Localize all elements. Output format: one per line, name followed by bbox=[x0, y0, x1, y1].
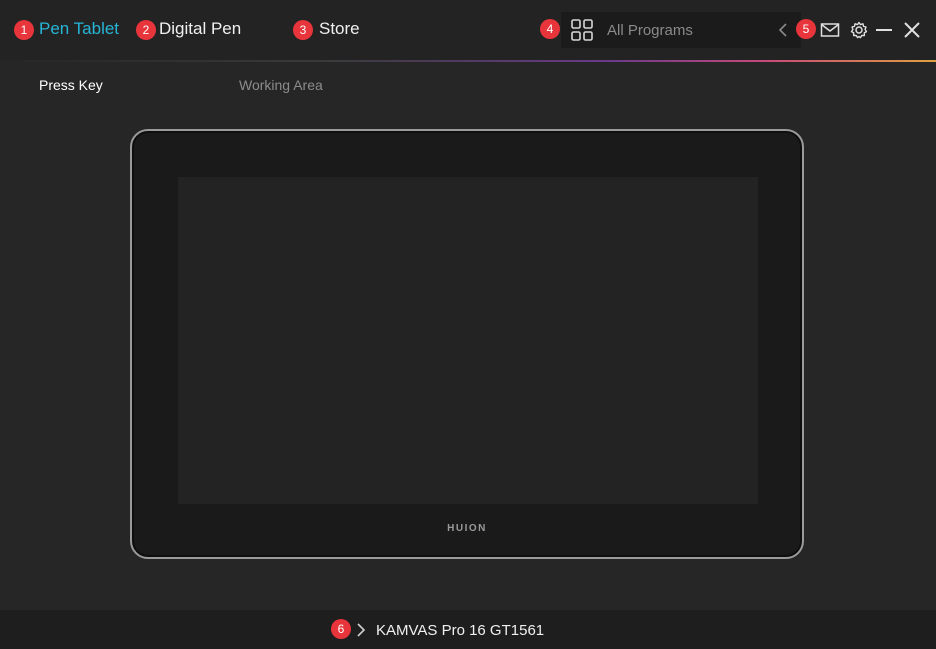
subtab-press-key[interactable]: Press Key bbox=[39, 77, 103, 93]
chevron-right-icon[interactable] bbox=[354, 620, 368, 640]
program-selector[interactable]: All Programs bbox=[561, 12, 801, 48]
program-label: All Programs bbox=[607, 22, 693, 39]
tab-pen-tablet[interactable]: Pen Tablet bbox=[39, 19, 119, 39]
annotation-badge-5: 5 bbox=[796, 19, 816, 39]
tablet-brand-logo: HUION bbox=[447, 523, 487, 534]
close-icon[interactable] bbox=[902, 20, 922, 40]
mail-icon[interactable] bbox=[820, 20, 840, 40]
grid-icon bbox=[571, 19, 593, 41]
tab-digital-pen[interactable]: Digital Pen bbox=[159, 19, 241, 39]
annotation-badge-1: 1 bbox=[14, 20, 34, 40]
tab-store[interactable]: Store bbox=[319, 19, 360, 39]
subtab-working-area[interactable]: Working Area bbox=[239, 77, 323, 93]
app-window: 1 Pen Tablet 2 Digital Pen 3 Store 4 All… bbox=[0, 0, 936, 649]
minimize-icon[interactable] bbox=[874, 20, 894, 40]
annotation-badge-3: 3 bbox=[293, 20, 313, 40]
annotation-badge-2: 2 bbox=[136, 20, 156, 40]
gear-icon[interactable] bbox=[849, 20, 869, 40]
annotation-badge-6: 6 bbox=[331, 619, 351, 639]
device-bar: 6 KAMVAS Pro 16 GT1561 bbox=[0, 610, 936, 649]
annotation-badge-4: 4 bbox=[540, 19, 560, 39]
device-name[interactable]: KAMVAS Pro 16 GT1561 bbox=[376, 622, 544, 639]
tablet-screen bbox=[178, 177, 758, 504]
top-bar: 1 Pen Tablet 2 Digital Pen 3 Store 4 All… bbox=[0, 0, 936, 60]
tablet-device: HUION bbox=[130, 129, 804, 559]
header-divider bbox=[0, 60, 936, 62]
chevron-left-icon[interactable] bbox=[775, 20, 791, 40]
